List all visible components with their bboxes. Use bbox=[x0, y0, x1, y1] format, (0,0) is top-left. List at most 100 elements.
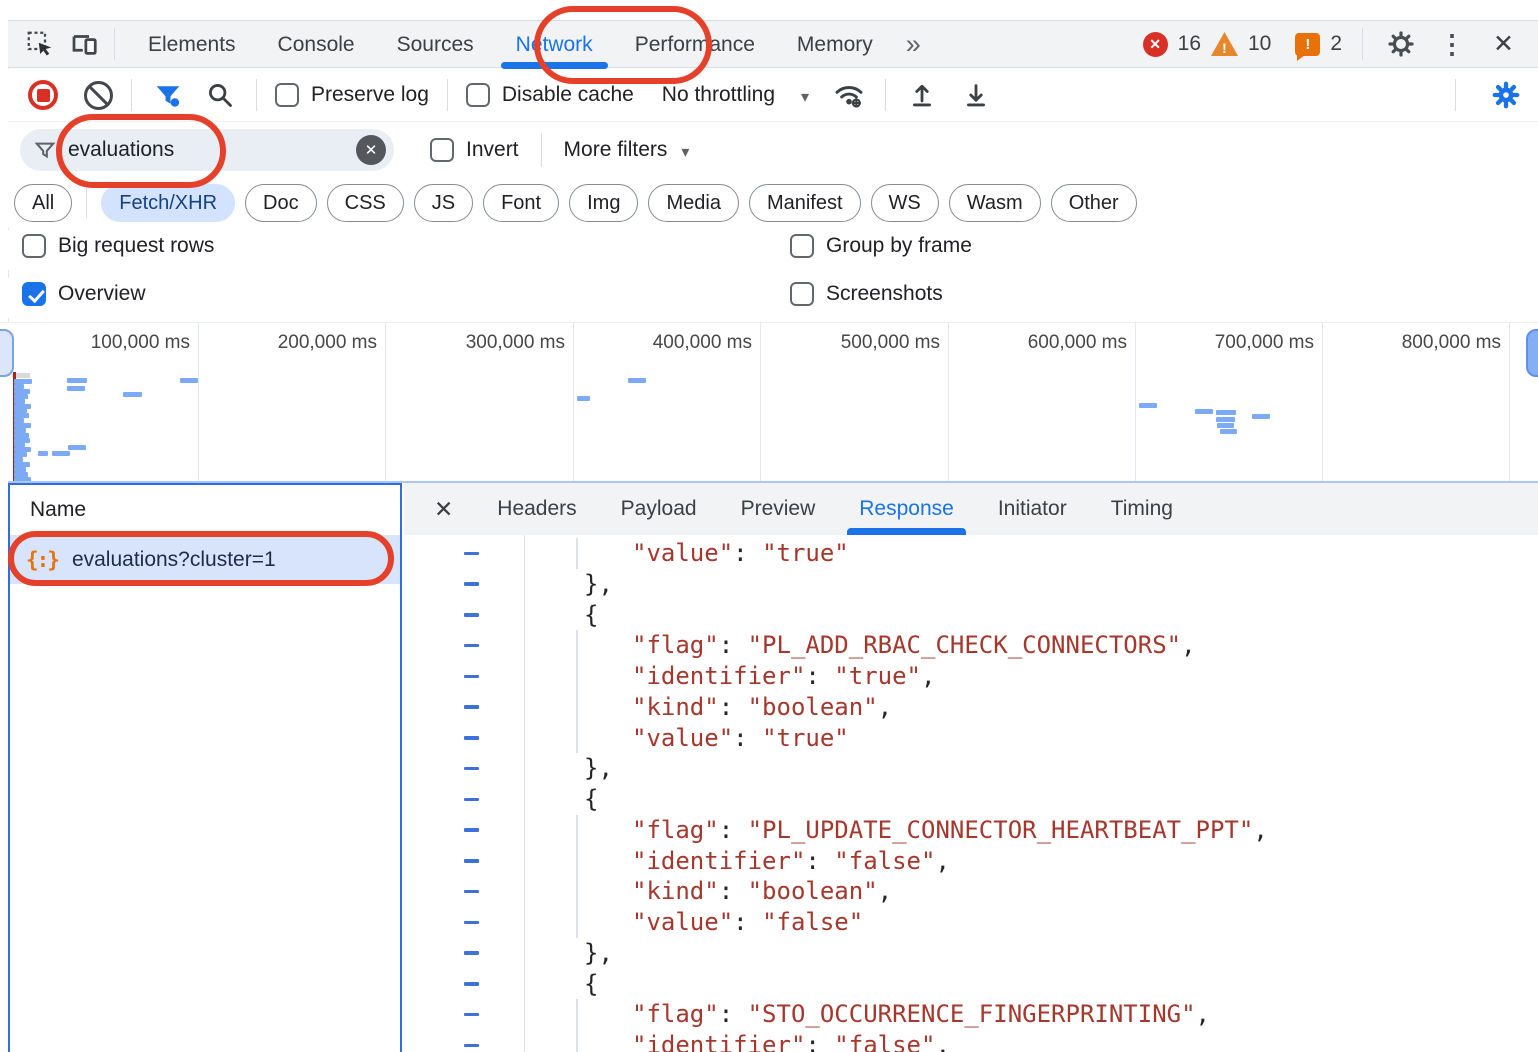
clear-filter-icon[interactable]: ✕ bbox=[356, 135, 386, 165]
fold-marker-icon[interactable] bbox=[464, 644, 479, 648]
overview-left-drag-handle[interactable] bbox=[0, 329, 14, 377]
fold-marker-icon[interactable] bbox=[464, 705, 479, 709]
network-overview-timeline[interactable]: 100,000 ms200,000 ms300,000 ms400,000 ms… bbox=[0, 322, 1538, 482]
fold-marker-icon[interactable] bbox=[464, 951, 479, 955]
code-text: "identifier": "false", bbox=[632, 1030, 950, 1052]
indent-guide bbox=[576, 1030, 578, 1052]
detail-tab-initiator[interactable]: Initiator bbox=[976, 483, 1089, 535]
code-text: { bbox=[584, 969, 598, 1000]
chip-font[interactable]: Font bbox=[483, 184, 559, 222]
fold-marker-icon[interactable] bbox=[464, 798, 479, 802]
preserve-log-checkbox[interactable] bbox=[275, 83, 299, 107]
fold-marker-icon[interactable] bbox=[464, 582, 479, 586]
indent-guide bbox=[576, 999, 578, 1030]
group-by-frame-label[interactable]: Group by frame bbox=[826, 234, 972, 258]
disable-cache-checkbox[interactable] bbox=[466, 83, 490, 107]
chip-other[interactable]: Other bbox=[1051, 184, 1137, 222]
tab-elements[interactable]: Elements bbox=[127, 21, 257, 68]
response-code-line: "identifier": "false", bbox=[404, 1030, 1538, 1052]
chip-all[interactable]: All bbox=[14, 184, 72, 222]
screenshots-label[interactable]: Screenshots bbox=[826, 282, 943, 306]
close-devtools-icon[interactable]: ✕ bbox=[1485, 29, 1532, 59]
fold-marker-icon[interactable] bbox=[464, 859, 479, 863]
network-conditions-icon[interactable] bbox=[831, 77, 867, 113]
throttling-dropdown-arrow-icon[interactable]: ▾ bbox=[801, 87, 809, 107]
record-network-log-button[interactable] bbox=[28, 80, 58, 110]
import-har-icon[interactable] bbox=[904, 77, 940, 113]
throttling-select[interactable]: No throttling bbox=[662, 83, 775, 107]
detail-tab-headers[interactable]: Headers bbox=[475, 483, 598, 535]
fold-marker-icon[interactable] bbox=[464, 767, 479, 771]
settings-gear-icon[interactable] bbox=[1383, 26, 1419, 62]
timeline-request-bar bbox=[68, 445, 86, 450]
overview-label[interactable]: Overview bbox=[58, 282, 146, 306]
warning-count[interactable]: 10 bbox=[1248, 32, 1271, 56]
network-settings-gear-icon[interactable] bbox=[1488, 77, 1524, 113]
clear-network-log-icon[interactable] bbox=[84, 81, 113, 110]
name-column-header[interactable]: Name bbox=[10, 485, 400, 536]
fold-marker-icon[interactable] bbox=[464, 552, 479, 556]
response-code-line: "flag": "PL_ADD_RBAC_CHECK_CONNECTORS", bbox=[404, 630, 1538, 661]
more-filters-dropdown-arrow-icon[interactable]: ▾ bbox=[681, 142, 689, 162]
overview-checkbox[interactable] bbox=[22, 282, 46, 306]
chip-img[interactable]: Img bbox=[569, 184, 638, 222]
chip-fetch-xhr[interactable]: Fetch/XHR bbox=[101, 184, 235, 222]
detail-tab-preview[interactable]: Preview bbox=[719, 483, 838, 535]
fold-marker-icon[interactable] bbox=[464, 1044, 479, 1048]
invert-filter-checkbox[interactable] bbox=[430, 138, 454, 162]
filter-funnel-icon[interactable] bbox=[150, 77, 186, 113]
indent-guide bbox=[576, 907, 578, 938]
chip-css[interactable]: CSS bbox=[327, 184, 404, 222]
big-request-rows-label[interactable]: Big request rows bbox=[58, 234, 214, 258]
detail-tab-response[interactable]: Response bbox=[837, 483, 976, 535]
error-count-icon[interactable]: ✕ bbox=[1143, 32, 1168, 57]
more-panels-icon[interactable]: » bbox=[894, 29, 933, 60]
device-toolbar-icon[interactable] bbox=[66, 26, 102, 62]
chip-media[interactable]: Media bbox=[648, 184, 738, 222]
response-code-line: { bbox=[404, 784, 1538, 815]
fold-marker-icon[interactable] bbox=[464, 736, 479, 740]
indent-guide bbox=[576, 692, 578, 723]
fold-marker-icon[interactable] bbox=[464, 921, 479, 925]
fold-marker-icon[interactable] bbox=[464, 982, 479, 986]
detail-tab-timing[interactable]: Timing bbox=[1089, 483, 1195, 535]
detail-tab-payload[interactable]: Payload bbox=[599, 483, 719, 535]
chip-doc[interactable]: Doc bbox=[245, 184, 317, 222]
fold-marker-icon[interactable] bbox=[464, 613, 479, 617]
issues-count[interactable]: 2 bbox=[1330, 32, 1342, 56]
inspect-element-icon[interactable] bbox=[22, 26, 58, 62]
close-detail-icon[interactable]: ✕ bbox=[434, 496, 453, 523]
error-count[interactable]: 16 bbox=[1178, 32, 1201, 56]
warning-count-icon[interactable]: ! bbox=[1211, 32, 1238, 56]
issues-icon[interactable]: ! bbox=[1295, 33, 1320, 56]
annotation-circle-network-tab bbox=[534, 6, 712, 84]
group-by-frame-checkbox[interactable] bbox=[790, 234, 814, 258]
export-har-icon[interactable] bbox=[958, 77, 994, 113]
timeline-request-bar bbox=[1252, 414, 1270, 419]
toolbar-divider bbox=[1455, 79, 1456, 111]
chip-wasm[interactable]: Wasm bbox=[949, 184, 1041, 222]
code-text: "kind": "boolean", bbox=[632, 876, 892, 907]
indent-guide bbox=[576, 723, 578, 754]
code-text: "kind": "boolean", bbox=[632, 692, 892, 723]
chip-js[interactable]: JS bbox=[414, 184, 473, 222]
screenshots-checkbox[interactable] bbox=[790, 282, 814, 306]
preserve-log-label[interactable]: Preserve log bbox=[311, 83, 429, 107]
invert-filter-label[interactable]: Invert bbox=[466, 138, 519, 162]
big-request-rows-checkbox[interactable] bbox=[22, 234, 46, 258]
chip-manifest[interactable]: Manifest bbox=[749, 184, 861, 222]
overview-right-drag-handle[interactable] bbox=[1526, 329, 1538, 377]
kebab-menu-icon[interactable]: ⋮ bbox=[1429, 29, 1475, 60]
chip-ws[interactable]: WS bbox=[871, 184, 939, 222]
more-filters-button[interactable]: More filters bbox=[564, 138, 668, 162]
disable-cache-label[interactable]: Disable cache bbox=[502, 83, 634, 107]
timeline-request-bar bbox=[1220, 429, 1237, 434]
fold-marker-icon[interactable] bbox=[464, 1013, 479, 1017]
tab-sources[interactable]: Sources bbox=[376, 21, 495, 68]
fold-marker-icon[interactable] bbox=[464, 675, 479, 679]
tab-memory[interactable]: Memory bbox=[776, 21, 894, 68]
fold-marker-icon[interactable] bbox=[464, 890, 479, 894]
search-icon[interactable] bbox=[202, 77, 238, 113]
tab-console[interactable]: Console bbox=[257, 21, 376, 68]
fold-marker-icon[interactable] bbox=[464, 828, 479, 832]
